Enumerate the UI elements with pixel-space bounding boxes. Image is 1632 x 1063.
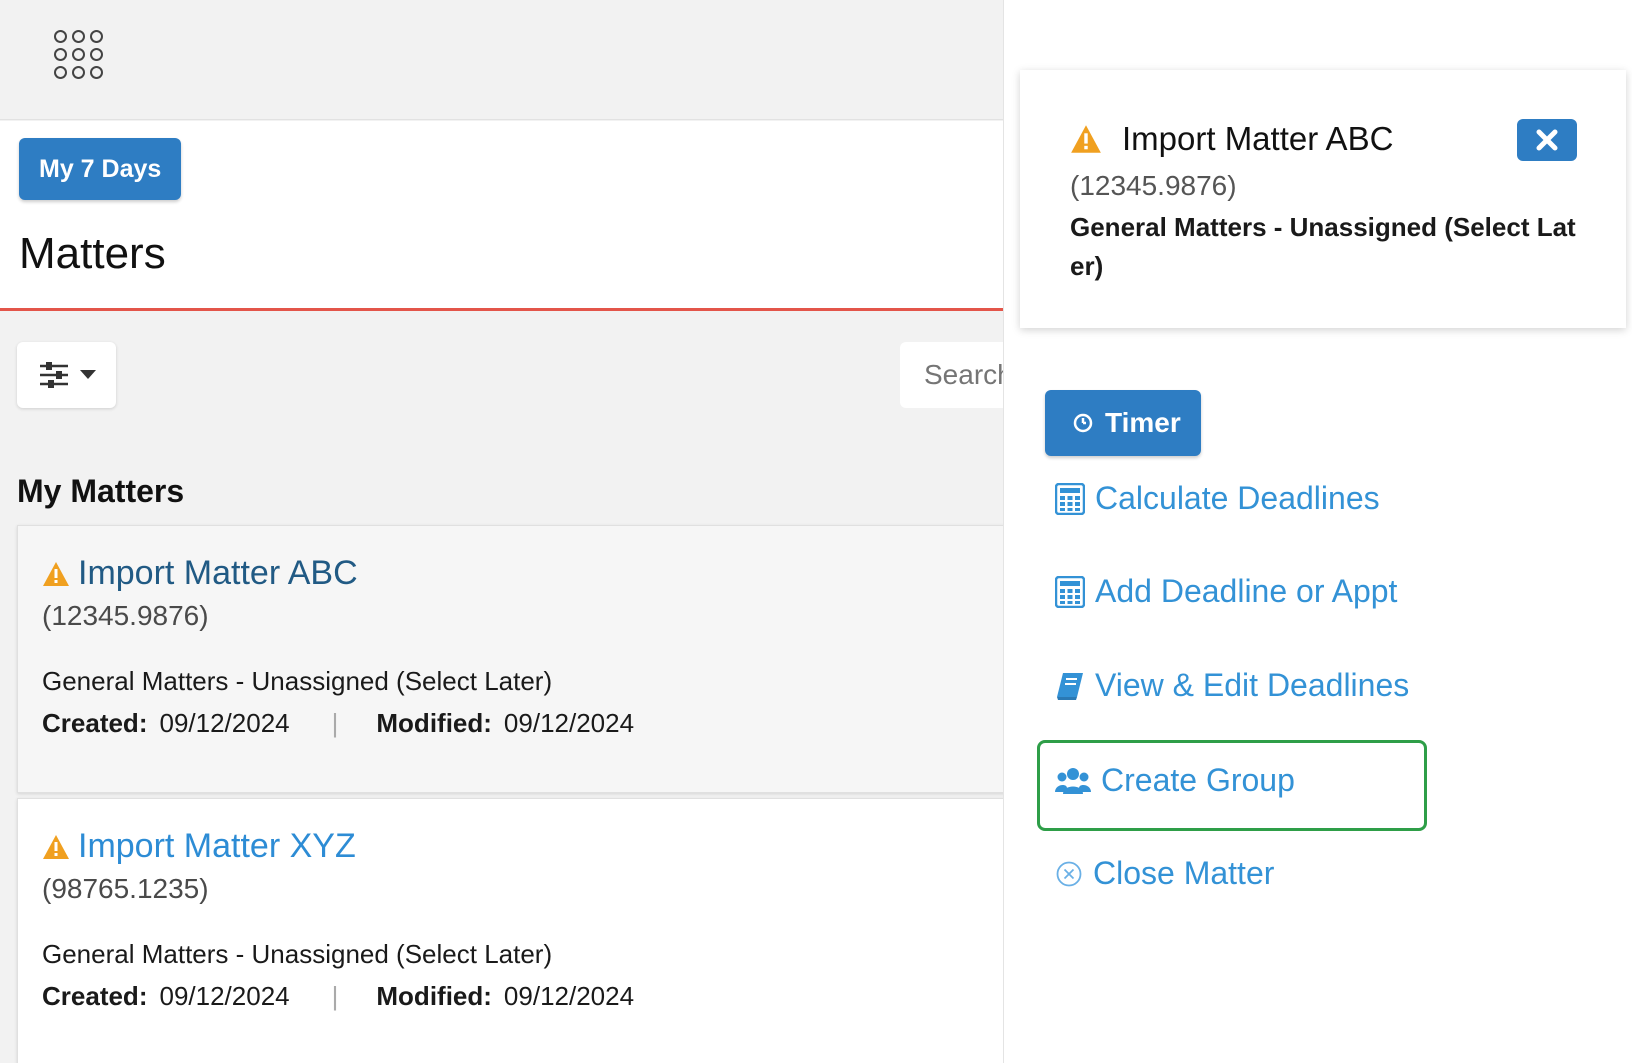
warning-icon [43, 561, 69, 586]
circle-x-icon [1056, 861, 1082, 886]
calculator-icon [1055, 482, 1085, 515]
close-matter-label: Close Matter [1093, 855, 1275, 891]
matter-type: General Matters - Unassigned (Select Lat… [42, 666, 553, 696]
close-panel-button[interactable] [1517, 119, 1577, 161]
date-separator: | [331, 981, 339, 1011]
matter-dates: Created: 09/12/2024 | Modified: 09/12/20… [42, 708, 634, 739]
created-label: Created: [42, 981, 148, 1011]
page-header: My 7 Days Matters [0, 121, 1003, 311]
search-input[interactable] [900, 342, 1003, 408]
sliders-icon [39, 362, 68, 388]
matter-number: (12345.9876) [42, 600, 209, 631]
detail-title: Import Matter ABC [1122, 120, 1394, 157]
section-title: My Matters [17, 473, 185, 509]
modified-label: Modified: [376, 708, 492, 738]
apps-grid-icon[interactable] [54, 30, 104, 80]
date-separator: | [331, 708, 339, 738]
detail-type: General Matters - Unassigned (Select Lat… [1070, 212, 1576, 281]
created-label: Created: [42, 708, 148, 738]
create-group-link[interactable]: Create Group [1055, 762, 1295, 799]
matters-main-panel: My 7 Days Matters My Matters Import Matt… [0, 0, 1004, 1063]
clock-icon [1073, 413, 1093, 433]
matter-card-title: Import Matter ABC [42, 554, 358, 593]
detail-number: (12345.9876) [1070, 170, 1237, 201]
matter-title-link[interactable]: Import Matter ABC [78, 554, 358, 593]
view-edit-deadlines-link[interactable]: View & Edit Deadlines [1055, 667, 1409, 704]
matter-card[interactable]: Import Matter ABC (12345.9876) General M… [17, 525, 1003, 793]
add-deadline-link[interactable]: Add Deadline or Appt [1055, 573, 1397, 610]
matter-card-title: Import Matter XYZ [42, 827, 356, 866]
page-title: Matters [19, 229, 166, 278]
warning-icon [1071, 125, 1101, 153]
create-group-label: Create Group [1101, 762, 1295, 798]
modified-date: 09/12/2024 [503, 981, 635, 1011]
close-icon [1536, 129, 1558, 151]
caret-down-icon [79, 370, 96, 379]
matter-title-link[interactable]: Import Matter XYZ [78, 827, 356, 866]
timer-button[interactable]: Timer [1045, 390, 1201, 456]
matter-info-card: Import Matter ABC (12345.9876) General M… [1020, 70, 1626, 328]
my-7-days-button[interactable]: My 7 Days [19, 138, 182, 200]
matter-dates: Created: 09/12/2024 | Modified: 09/12/20… [42, 981, 634, 1012]
calculator-icon [1055, 575, 1085, 608]
matter-type: General Matters - Unassigned (Select Lat… [42, 939, 553, 969]
modified-label: Modified: [376, 981, 492, 1011]
matter-number: (98765.1235) [42, 873, 209, 904]
created-date: 09/12/2024 [159, 981, 290, 1011]
users-icon [1055, 767, 1091, 794]
book-icon [1057, 672, 1083, 700]
matter-card[interactable]: Import Matter XYZ (98765.1235) General M… [17, 798, 1003, 1063]
top-bar [0, 0, 1003, 120]
matter-detail-panel: Import Matter ABC (12345.9876) General M… [1005, 0, 1632, 1063]
close-matter-link[interactable]: Close Matter [1055, 855, 1274, 892]
timer-label: Timer [1105, 407, 1181, 438]
detail-title-row: Import Matter ABC [1070, 120, 1393, 158]
warning-icon [43, 834, 69, 859]
add-deadline-label: Add Deadline or Appt [1095, 573, 1398, 609]
filter-dropdown-button[interactable] [17, 342, 116, 408]
created-date: 09/12/2024 [159, 708, 290, 738]
calculate-deadlines-link[interactable]: Calculate Deadlines [1055, 480, 1380, 517]
modified-date: 09/12/2024 [503, 708, 635, 738]
calculate-deadlines-label: Calculate Deadlines [1095, 480, 1380, 516]
view-edit-deadlines-label: View & Edit Deadlines [1095, 667, 1410, 703]
